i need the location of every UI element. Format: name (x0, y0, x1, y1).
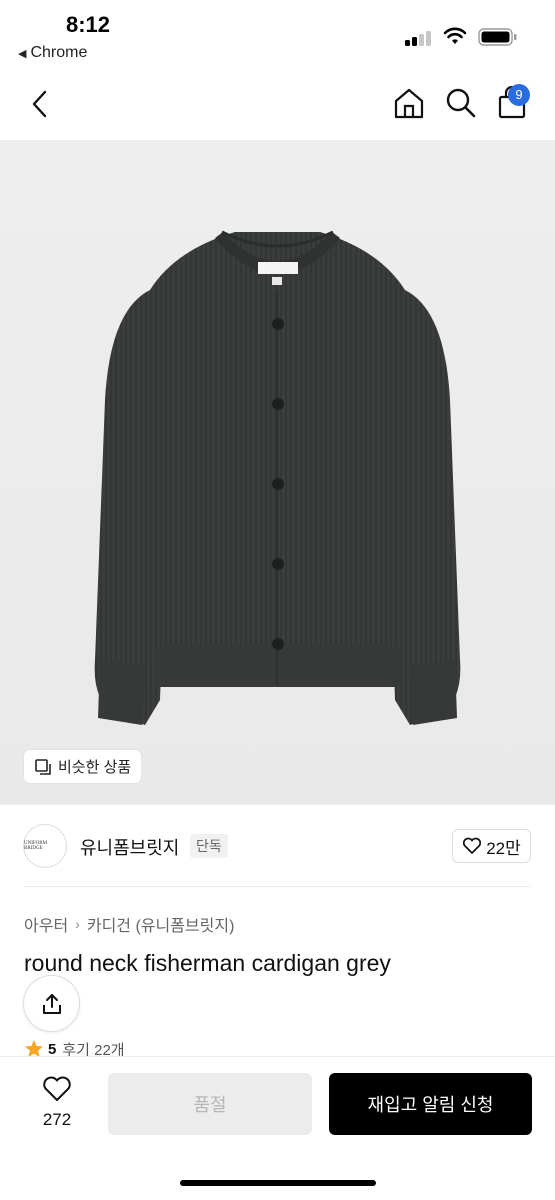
breadcrumb-item-cardigan[interactable]: 카디건 (유니폼브릿지) (87, 912, 235, 936)
breadcrumb-item-outer[interactable]: 아우터 (24, 912, 68, 936)
exclusive-tag: 단독 (190, 834, 228, 858)
product-title: round neck fisherman cardigan grey (24, 950, 391, 976)
top-nav: 9 (0, 78, 555, 130)
search-icon[interactable] (444, 86, 478, 120)
divider (23, 886, 531, 887)
product-image[interactable]: 비슷한 상품 (0, 140, 555, 805)
back-app-label: Chrome (30, 44, 88, 61)
home-icon[interactable] (392, 86, 426, 120)
signal-icon (405, 30, 435, 46)
cart-count-badge: 9 (508, 84, 530, 106)
similar-products-button[interactable]: 비슷한 상품 (24, 750, 142, 783)
share-icon (42, 993, 61, 1014)
heart-icon (463, 837, 482, 854)
status-time: 8:12 (66, 12, 111, 37)
brand-like-count: 22만 (486, 838, 521, 858)
chevron-right-icon: › (75, 916, 80, 932)
cardigan-image (94, 230, 461, 725)
back-to-app-link[interactable]: ◀ Chrome (18, 44, 87, 62)
bottom-action-bar: 272 품절 재입고 알림 신청 (0, 1056, 555, 1200)
heart-icon (43, 1076, 71, 1101)
chevron-left-icon[interactable] (26, 88, 54, 120)
rating-score: 5 (48, 1040, 57, 1058)
restock-alert-button[interactable]: 재입고 알림 신청 (329, 1073, 532, 1135)
similar-products-label: 비슷한 상품 (58, 759, 132, 776)
brand-logo[interactable]: UNIFORM BRIDGE (23, 824, 67, 868)
back-triangle-icon: ◀ (18, 48, 27, 60)
home-indicator (180, 1180, 376, 1186)
brand-like-button[interactable]: 22만 (452, 829, 531, 863)
brand-name[interactable]: 유니폼브릿지 (80, 834, 179, 860)
wishlist-count: 272 (42, 1110, 72, 1129)
wifi-icon (443, 27, 467, 44)
status-bar: 8:12 ◀ Chrome (0, 0, 555, 70)
copy-icon (35, 758, 51, 775)
brand-logo-mark: UNIFORM BRIDGE (24, 841, 48, 851)
wishlist-button[interactable]: 272 (32, 1075, 82, 1130)
brand-row: UNIFORM BRIDGE 유니폼브릿지 단독 22만 (0, 822, 555, 872)
breadcrumb: 아우터 › 카디건 (유니폼브릿지) (24, 912, 234, 936)
share-button[interactable] (23, 975, 80, 1032)
soldout-button: 품절 (108, 1073, 312, 1135)
battery-icon (478, 28, 517, 46)
